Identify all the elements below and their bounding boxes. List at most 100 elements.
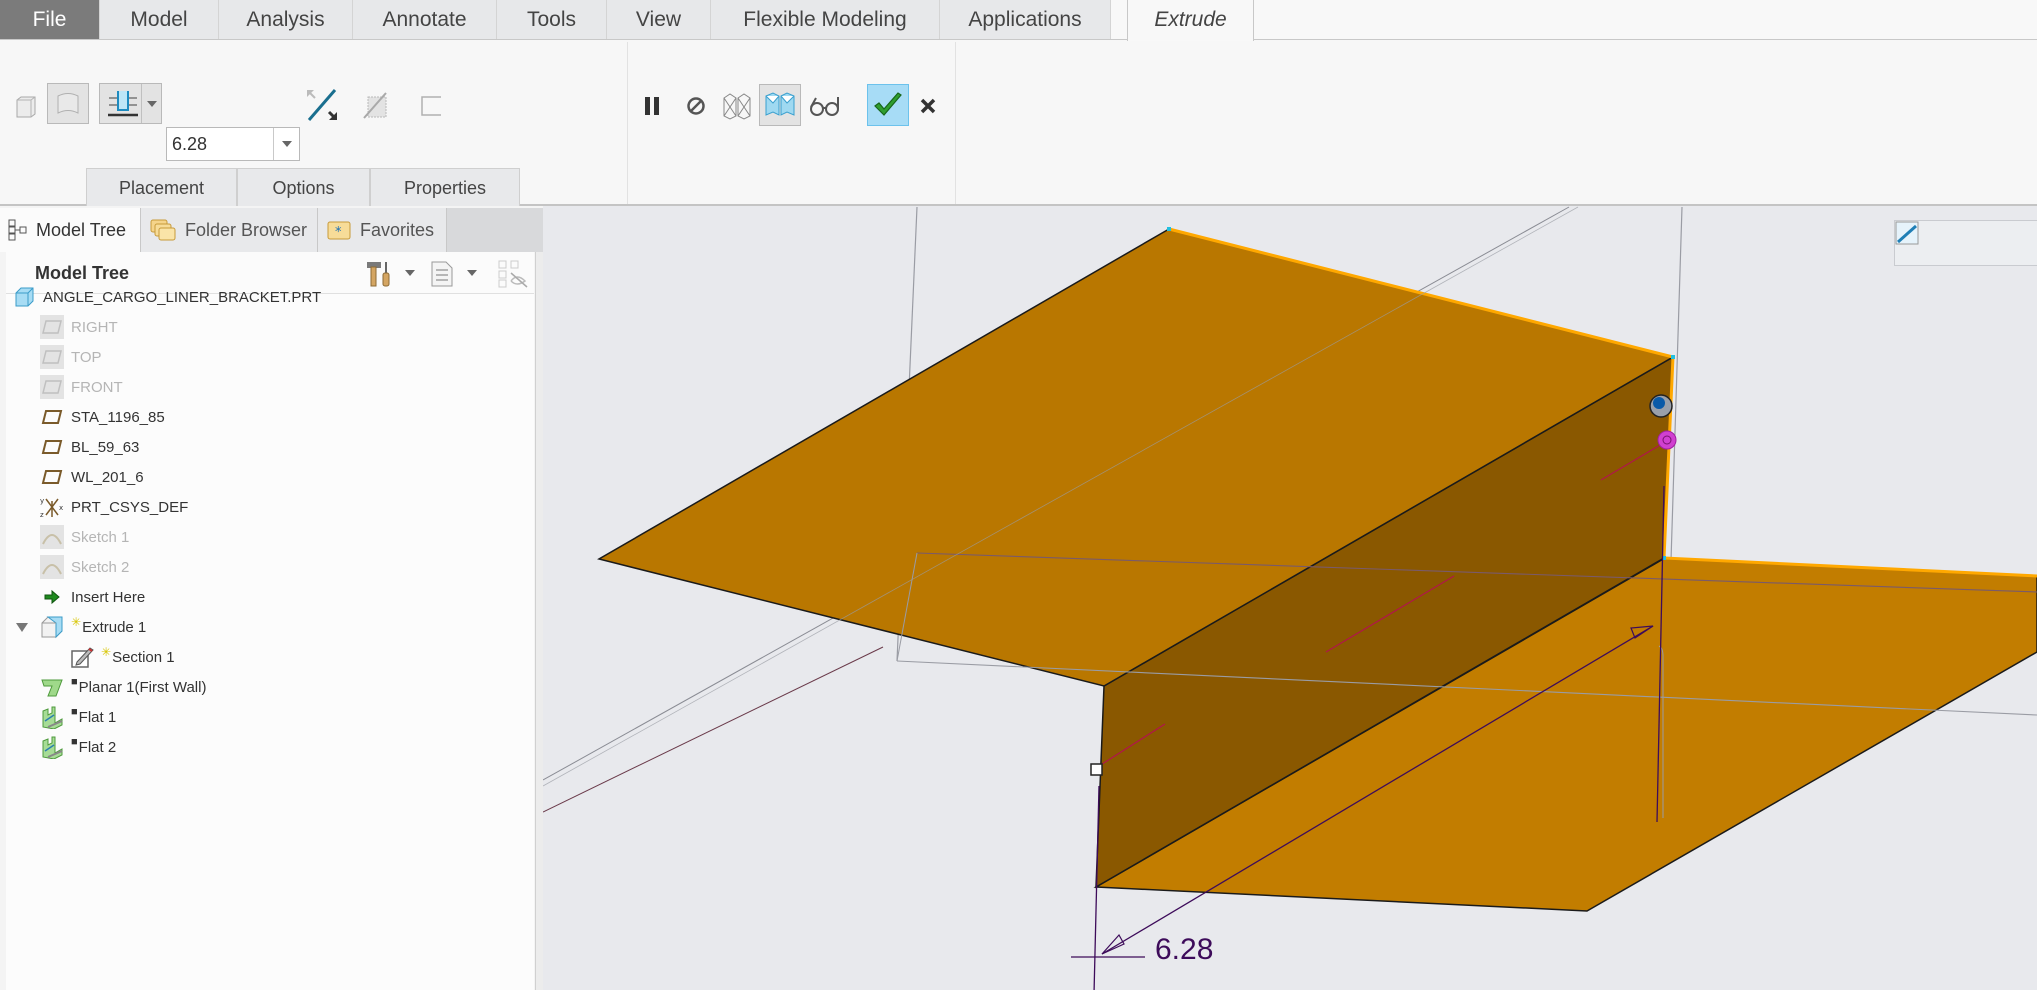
flip-direction-button[interactable] [304,87,339,123]
wireframe-preview-button[interactable] [720,88,754,124]
model-tree-icon [8,219,27,241]
depth-value[interactable]: 6.28 [167,128,273,160]
datum-plane-icon [40,435,64,459]
tree-item-flat-2[interactable]: ■ Flat 2 [40,732,116,762]
pause-icon [645,97,659,115]
datum-plane-icon [40,465,64,489]
favorites-folder-icon: * [327,221,351,240]
model-canvas[interactable] [543,206,2037,990]
settings-dropdown[interactable] [467,270,477,276]
tree-item-part[interactable]: ANGLE_CARGO_LINER_BRACKET.PRT [12,282,321,312]
checkmark-icon [874,92,902,116]
view-toolbar [1894,220,2037,266]
tree-item-label: RIGHT [71,318,118,336]
placement-tab[interactable]: Placement [86,168,237,206]
svg-text:y: y [40,497,44,505]
tab-annotate[interactable]: Annotate [353,0,497,39]
tree-item-sta-plane[interactable]: STA_1196_85 [40,402,165,432]
tree-item-insert-here[interactable]: Insert Here [40,582,145,612]
datum-plane-icon [40,375,64,399]
depth-dimension-value[interactable]: 6.28 [1155,933,1213,967]
tab-file[interactable]: File [0,0,100,39]
coordinate-system-icon: yz x [40,495,64,519]
tab-extrude[interactable]: Extrude [1127,0,1254,41]
tree-item-label: Extrude 1 [82,618,147,636]
tab-flexible-modeling[interactable]: Flexible Modeling [711,0,940,39]
surface-extrude-button[interactable] [47,83,89,124]
folder-icon [150,219,176,241]
solid-extrude-button[interactable] [13,92,38,122]
datum-plane-icon [40,315,64,339]
tree-item-label: TOP [71,348,102,366]
tab-folder-browser[interactable]: Folder Browser [141,208,318,252]
part-icon [12,285,36,309]
tree-item-sketch-2[interactable]: Sketch 2 [40,552,129,582]
options-tab[interactable]: Options [237,168,370,206]
svg-text:x: x [59,504,63,512]
depth-option-button[interactable] [99,83,162,124]
dimension-extension-line [1093,785,1100,990]
pivot-handle[interactable] [1657,430,1677,450]
no-preview-button[interactable] [682,90,710,122]
navigator-tabs: Model Tree Folder Browser * Favorites [0,208,543,252]
new-feature-marker: ✳ [71,615,82,629]
chevron-down-icon [281,141,292,147]
highlighted-edge [1662,356,2037,578]
tools-button[interactable] [365,260,395,293]
tab-model[interactable]: Model [100,0,219,39]
feature-preview-icon [810,97,839,116]
panel-splitter[interactable] [535,252,543,990]
remove-material-button[interactable] [417,92,445,120]
tree-item-extrude-1[interactable]: ✳ Extrude 1 [16,612,146,642]
settings-list-icon [431,261,453,287]
tree-item-right[interactable]: RIGHT [40,312,118,342]
pause-button[interactable] [638,88,666,124]
tree-item-sketch-1[interactable]: Sketch 1 [40,522,129,552]
datum-plane-icon [40,405,64,429]
sketch-plane-line [543,646,884,813]
depth-drag-handle[interactable] [1090,763,1103,776]
properties-tab[interactable]: Properties [370,168,520,206]
tree-item-wl-plane[interactable]: WL_201_6 [40,462,144,492]
tab-applications[interactable]: Applications [940,0,1111,39]
show-hidden-button[interactable] [497,259,529,294]
tab-favorites[interactable]: * Favorites [318,208,447,252]
graphics-window[interactable]: 6.28 [543,206,2037,990]
tree-item-section-1[interactable]: ✳ Section 1 [70,642,175,672]
tools-dropdown[interactable] [405,270,415,276]
cancel-button[interactable] [915,92,941,120]
tab-analysis[interactable]: Analysis [219,0,353,39]
thicken-sketch-button[interactable] [360,90,391,122]
repaint-icon [1895,221,1919,245]
tree-item-label: Sketch 1 [71,528,130,546]
tools-icon [367,262,390,287]
ok-button[interactable] [867,84,909,126]
depth-value-field[interactable]: 6.28 [166,127,300,161]
tree-item-csys[interactable]: yz x PRT_CSYS_DEF [40,492,188,522]
tree-item-label: ANGLE_CARGO_LINER_BRACKET.PRT [43,288,322,306]
depth-value-dropdown[interactable] [273,128,299,160]
tree-item-label: Planar 1(First Wall) [78,678,207,696]
tree-item-label: Flat 2 [78,738,117,756]
depth-option-dropdown[interactable] [141,84,161,123]
feature-preview-button[interactable] [808,90,842,122]
tree-item-label: Sketch 2 [71,558,130,576]
sheetmetal-marker: ■ [71,706,78,718]
group-divider [627,42,628,204]
tab-model-tree[interactable]: Model Tree [0,208,141,252]
tree-item-planar-1[interactable]: ■ Planar 1(First Wall) [40,672,206,702]
verify-preview-button[interactable] [759,84,801,126]
tree-item-label: Section 1 [112,648,175,666]
tree-item-flat-1[interactable]: ■ Flat 1 [40,702,116,732]
show-hidden-icon [498,260,528,288]
tree-settings-button[interactable] [430,260,454,293]
tree-item-front[interactable]: FRONT [40,372,123,402]
vertex-marker [1671,355,1675,359]
tab-view[interactable]: View [607,0,711,39]
tree-item-bl-plane[interactable]: BL_59_63 [40,432,139,462]
tree-item-top[interactable]: TOP [40,342,102,372]
tab-label: Folder Browser [185,220,308,240]
navigator-panel: Model Tree Folder Browser * Favorites Mo… [0,206,543,990]
tab-tools[interactable]: Tools [497,0,607,39]
expand-toggle-icon[interactable] [16,622,28,632]
